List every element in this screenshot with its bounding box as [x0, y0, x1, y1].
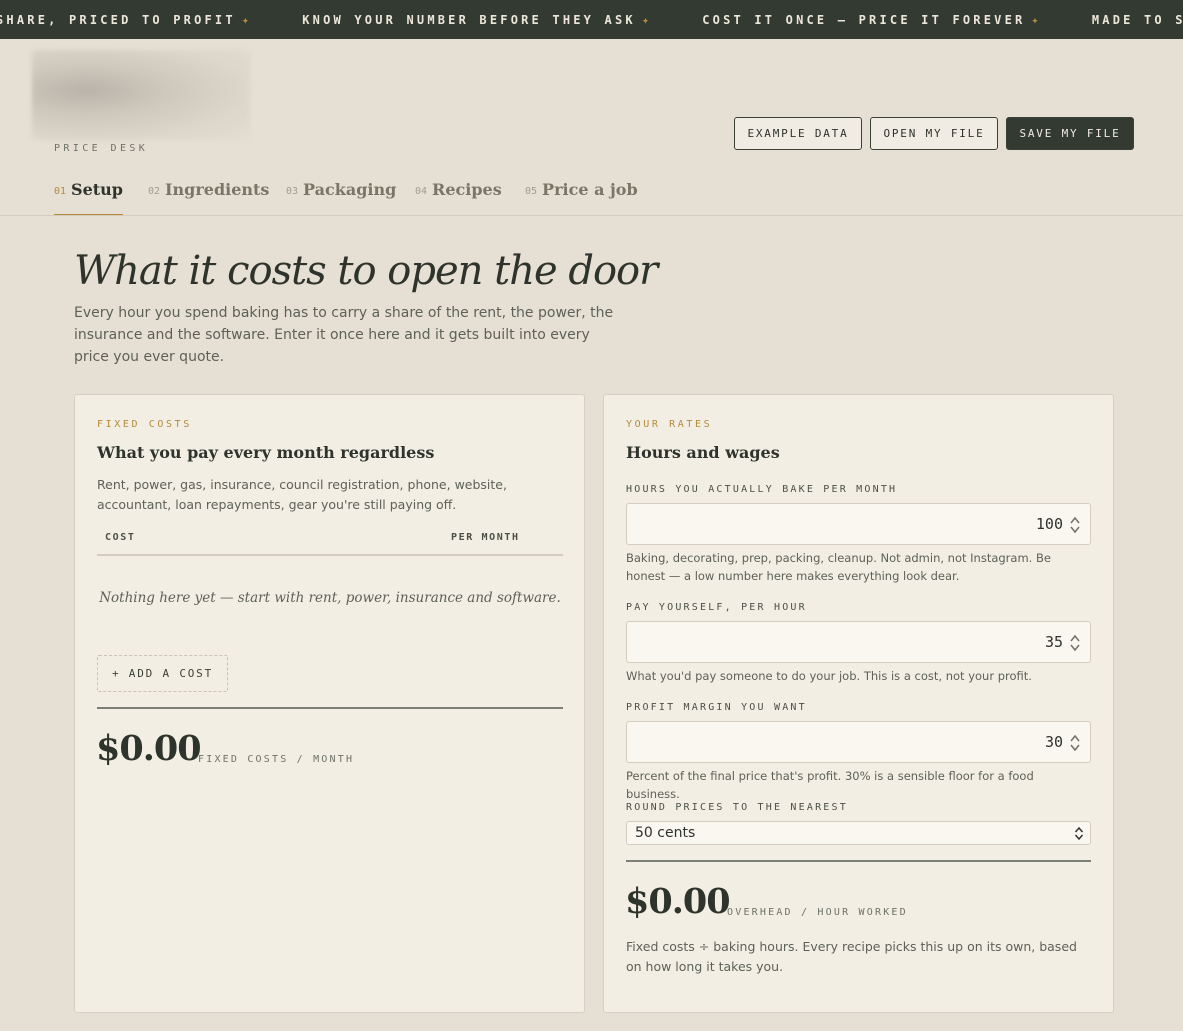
hours-help: Baking, decorating, prep, packing, clean… [626, 551, 1051, 583]
rates-title: Hours and wages [626, 443, 780, 462]
spinner-icon[interactable] [1069, 515, 1081, 535]
add-cost-button[interactable]: + ADD A COST [97, 655, 228, 692]
overhead-rule [626, 860, 1091, 862]
fixed-costs-total: $0.00 [96, 728, 202, 769]
pay-input[interactable]: 35 [626, 621, 1091, 663]
round-label: ROUND PRICES TO THE NEAREST [626, 802, 848, 813]
pay-value: 35 [1044, 633, 1063, 651]
margin-value: 30 [1044, 733, 1063, 751]
pay-help: What you'd pay someone to do your job. T… [626, 669, 1032, 683]
column-header-per-month: PER MONTH [451, 532, 520, 543]
fixed-costs-eyebrow: FIXED COSTS [97, 419, 192, 430]
logo-image [32, 50, 250, 140]
overhead-help: Fixed costs ÷ baking hours. Every recipe… [626, 939, 1077, 974]
overhead-total: $0.00 [625, 881, 731, 922]
page-intro: Every hour you spend baking has to carry… [74, 305, 614, 365]
example-data-button[interactable]: EXAMPLE DATA [734, 117, 862, 150]
save-file-button[interactable]: SAVE MY FILE [1006, 117, 1134, 150]
fixed-costs-card: FIXED COSTS What you pay every month reg… [74, 394, 585, 1013]
chevron-updown-icon [1074, 826, 1084, 841]
spinner-icon[interactable] [1069, 733, 1081, 753]
fixed-costs-total-caption: FIXED COSTS / MONTH [198, 754, 355, 765]
marquee-item: SHARE, PRICED TO PROFIT ✦ [0, 13, 253, 27]
margin-label: PROFIT MARGIN YOU WANT [626, 702, 807, 713]
tab-price-a-job[interactable]: 05 Price a job [525, 180, 638, 216]
table-header-rule [97, 554, 563, 556]
rates-eyebrow: YOUR RATES [626, 419, 713, 430]
fixed-costs-description: Rent, power, gas, insurance, council reg… [97, 477, 507, 512]
margin-help: Percent of the final price that's profit… [626, 769, 1034, 801]
marquee-item: KNOW YOUR NUMBER BEFORE THEY ASK ✦ [302, 13, 653, 27]
spinner-icon[interactable] [1069, 633, 1081, 653]
overhead-caption: OVERHEAD / HOUR WORKED [727, 907, 908, 918]
total-rule [97, 707, 563, 709]
hours-label: HOURS YOU ACTUALLY BAKE PER MONTH [626, 484, 898, 495]
pay-label: PAY YOURSELF, PER HOUR [626, 602, 807, 613]
marquee-item: COST IT ONCE — PRICE IT FOREVER ✦ [702, 13, 1042, 27]
tab-packaging[interactable]: 03 Packaging [286, 180, 396, 216]
tab-ingredients[interactable]: 02 Ingredients [148, 180, 269, 216]
page-title: What it costs to open the door [74, 248, 658, 294]
hours-value: 100 [1035, 515, 1063, 533]
round-select[interactable]: 50 cents [626, 821, 1091, 845]
round-value: 50 cents [635, 825, 696, 841]
tab-recipes[interactable]: 04 Recipes [415, 180, 502, 216]
column-header-cost: COST [105, 532, 136, 543]
margin-input[interactable]: 30 [626, 721, 1091, 763]
fixed-costs-title: What you pay every month regardless [97, 443, 435, 462]
marquee-item: MADE TO SH [1091, 13, 1183, 27]
rates-card: YOUR RATES Hours and wages HOURS YOU ACT… [603, 394, 1114, 1013]
hours-input[interactable]: 100 [626, 503, 1091, 545]
tab-setup[interactable]: 01 Setup [54, 180, 123, 216]
empty-state-message: Nothing here yet — start with rent, powe… [99, 590, 561, 606]
marquee-banner: SHARE, PRICED TO PROFIT ✦ KNOW YOUR NUMBE… [0, 0, 1183, 39]
brand-subtitle: PRICE DESK [54, 143, 149, 154]
tabs-divider [0, 215, 1183, 216]
open-file-button[interactable]: OPEN MY FILE [870, 117, 998, 150]
